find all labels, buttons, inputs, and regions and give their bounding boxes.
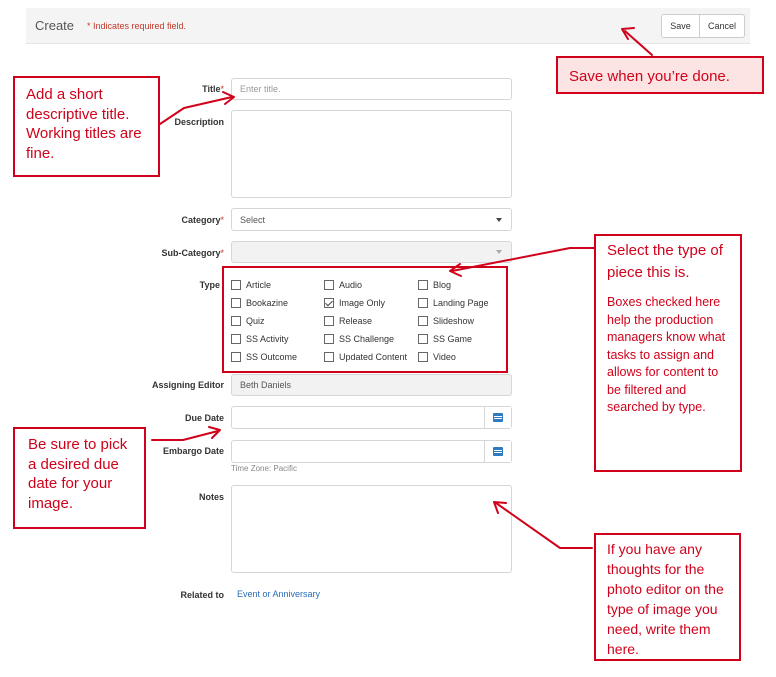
save-hint-callout: Save when you’re done. bbox=[556, 56, 764, 94]
due-date-hint-callout: Be sure to pick a desired due date for y… bbox=[13, 427, 146, 529]
arrow-save bbox=[624, 30, 653, 56]
arrow-due-date bbox=[151, 430, 219, 441]
arrow-notes bbox=[495, 502, 593, 549]
title-hint-callout: Add a short descriptive title. Working t… bbox=[13, 76, 160, 177]
arrow-title bbox=[159, 96, 233, 125]
notes-hint-callout: If you have any thoughts for the photo e… bbox=[594, 533, 741, 661]
type-hint-callout: Select the type of piece this is. Boxes … bbox=[594, 234, 742, 472]
arrow-type bbox=[451, 247, 595, 272]
